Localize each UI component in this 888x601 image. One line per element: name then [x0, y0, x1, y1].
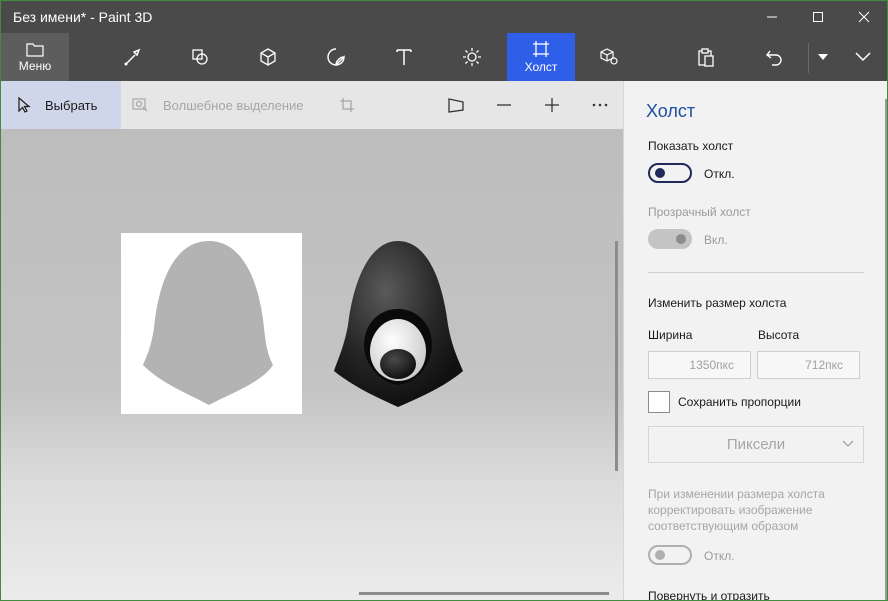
selection-toolbar: Выбрать Волшебное выделение	[1, 81, 623, 129]
crop-icon	[340, 98, 354, 112]
undo-button[interactable]	[740, 33, 808, 81]
horizontal-scrollbar[interactable]	[359, 592, 609, 595]
text-tool[interactable]	[370, 33, 438, 81]
3d-shapes-icon	[260, 48, 276, 66]
undo-icon	[766, 50, 782, 66]
stickers-icon	[327, 48, 345, 66]
zoom-out-button[interactable]	[492, 81, 516, 129]
resize-image-state: Откл.	[704, 549, 735, 563]
select-button[interactable]: Выбрать	[1, 81, 121, 129]
units-dropdown[interactable]: Пиксели	[648, 426, 864, 463]
3d-library-icon	[600, 48, 618, 65]
magic-select-icon	[132, 98, 148, 112]
show-canvas-toggle[interactable]	[648, 163, 692, 183]
plus-icon	[545, 98, 559, 112]
canvas-icon	[533, 41, 549, 57]
title-bar: Без имени* - Paint 3D	[1, 1, 887, 33]
magic-select-label: Волшебное выделение	[163, 97, 304, 113]
effects-icon	[463, 48, 481, 66]
rotate-flip-label: Повернуть и отразить	[648, 589, 770, 601]
clipboard-icon	[698, 48, 714, 67]
resize-canvas-label: Изменить размер холста	[648, 296, 787, 310]
ribbon: Меню Холст	[1, 33, 887, 81]
collapse-ribbon-button[interactable]	[839, 33, 887, 81]
caret-down-icon	[818, 54, 828, 60]
select-label: Выбрать	[45, 97, 98, 113]
3d-library-tool[interactable]	[575, 33, 643, 81]
brushes-icon	[124, 48, 141, 66]
height-label: Высота	[758, 328, 800, 342]
more-options-button[interactable]	[588, 81, 612, 129]
window-title: Без имени* - Paint 3D	[13, 9, 153, 25]
crop-button[interactable]	[335, 81, 359, 129]
perspective-icon	[448, 98, 464, 113]
effects-tool[interactable]	[438, 33, 506, 81]
resize-image-toggle[interactable]	[648, 545, 692, 565]
text-icon	[396, 49, 412, 65]
cursor-icon	[18, 97, 31, 113]
canvas-panel: Холст Показать холст Откл. Прозрачный хо…	[623, 81, 887, 601]
close-icon	[858, 11, 870, 23]
2d-shapes-icon	[192, 49, 208, 65]
transparent-canvas-state: Вкл.	[704, 233, 728, 247]
paste-button[interactable]	[672, 33, 740, 81]
workspace[interactable]	[1, 129, 623, 600]
resize-image-note: При изменении размера холста корректиров…	[648, 487, 825, 533]
keep-ratio-checkbox[interactable]	[648, 391, 670, 413]
paint3d-window: Без имени* - Paint 3D Меню Холст Выбрать…	[0, 0, 888, 601]
menu-label: Меню	[18, 59, 52, 73]
panel-title: Холст	[646, 101, 696, 121]
folder-icon	[26, 43, 44, 57]
maximize-button[interactable]	[795, 1, 841, 33]
menu-button[interactable]: Меню	[1, 33, 69, 81]
stickers-tool[interactable]	[302, 33, 370, 81]
hood-silhouette	[143, 241, 273, 405]
show-canvas-state: Откл.	[704, 167, 735, 181]
keep-ratio-label: Сохранить пропорции	[678, 395, 801, 409]
height-field[interactable]: 712пкс	[757, 351, 860, 379]
canvas-tool-label: Холст	[524, 60, 558, 74]
more-icon	[592, 103, 608, 107]
transparent-canvas-toggle[interactable]	[648, 229, 692, 249]
hooded-figure-3d[interactable]	[326, 237, 471, 412]
zoom-in-button[interactable]	[540, 81, 564, 129]
magic-select-button[interactable]: Волшебное выделение	[131, 81, 304, 129]
chevron-down-icon	[842, 440, 854, 447]
view-3d-button[interactable]	[444, 81, 468, 129]
maximize-icon	[813, 12, 823, 22]
vertical-scrollbar[interactable]	[615, 241, 618, 471]
minimize-icon	[767, 16, 777, 18]
3d-shapes-tool[interactable]	[234, 33, 302, 81]
units-value: Пиксели	[726, 436, 786, 453]
panel-divider	[648, 272, 864, 273]
panel-scrollbar[interactable]	[885, 99, 887, 600]
canvas[interactable]	[121, 233, 302, 414]
show-canvas-label: Показать холст	[648, 139, 734, 153]
toggle-knob	[655, 550, 665, 560]
canvas-tool[interactable]: Холст	[507, 33, 575, 81]
width-field[interactable]: 1350пкс	[648, 351, 751, 379]
history-dropdown-button[interactable]	[809, 33, 837, 81]
width-label: Ширина	[648, 328, 693, 342]
toggle-knob	[676, 234, 686, 244]
transparent-canvas-label: Прозрачный холст	[648, 205, 751, 219]
brushes-tool[interactable]	[98, 33, 166, 81]
2d-shapes-tool[interactable]	[166, 33, 234, 81]
chevron-down-icon	[855, 52, 871, 62]
toggle-knob	[655, 168, 665, 178]
minimize-button[interactable]	[749, 1, 795, 33]
close-button[interactable]	[841, 1, 887, 33]
minus-icon	[497, 104, 511, 106]
